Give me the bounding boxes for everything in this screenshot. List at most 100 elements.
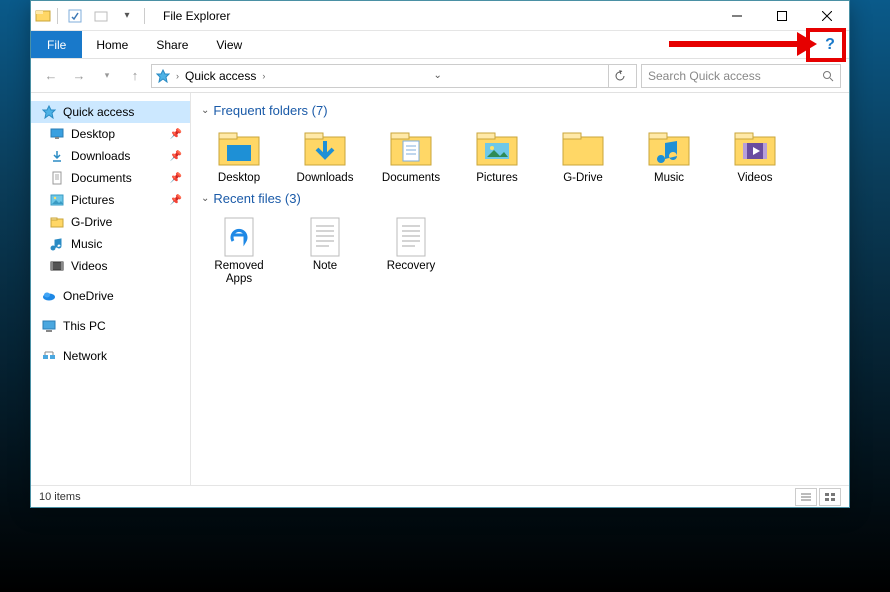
- tab-share[interactable]: Share: [142, 31, 202, 58]
- sidebar-item-label: Desktop: [71, 127, 115, 141]
- folder-icon: [559, 128, 607, 170]
- breadcrumb-current[interactable]: Quick access: [185, 69, 256, 83]
- titlebar: ▾ File Explorer: [31, 1, 849, 31]
- file-explorer-window: ▾ File Explorer File Home Share View ?: [30, 0, 850, 508]
- chevron-down-icon: ⌄: [201, 193, 209, 204]
- music-icon: [645, 128, 693, 170]
- recent-locations-dropdown[interactable]: ▾: [95, 64, 119, 88]
- frequent-folders-grid: Desktop Downloads Documents Pictures G-D…: [201, 126, 839, 187]
- onedrive-icon: [41, 288, 57, 304]
- expand-ribbon-button[interactable]: [791, 33, 817, 57]
- sidebar-item-downloads[interactable]: Downloads 📌: [31, 145, 190, 167]
- tab-home[interactable]: Home: [82, 31, 142, 58]
- window-controls: [714, 1, 849, 31]
- status-bar: 10 items: [31, 485, 849, 507]
- sidebar-item-videos[interactable]: Videos: [31, 255, 190, 277]
- folder-item-desktop[interactable]: Desktop: [201, 126, 277, 187]
- sidebar-network[interactable]: Network: [31, 345, 190, 367]
- videos-icon: [49, 258, 65, 274]
- sidebar-item-desktop[interactable]: Desktop 📌: [31, 123, 190, 145]
- qat-separator-2: [144, 8, 145, 24]
- navigation-pane: Quick access Desktop 📌 Downloads 📌 Docum…: [31, 93, 191, 485]
- pictures-icon: [473, 128, 521, 170]
- details-view-button[interactable]: [795, 488, 817, 506]
- pin-icon: 📌: [170, 173, 182, 184]
- app-icon: [35, 8, 51, 24]
- sidebar-item-label: Videos: [71, 259, 107, 273]
- sidebar-item-label: OneDrive: [63, 289, 114, 303]
- sidebar-this-pc[interactable]: This PC: [31, 315, 190, 337]
- item-label: Downloads: [297, 172, 354, 185]
- file-item-note[interactable]: Note: [287, 214, 363, 288]
- folder-item-videos[interactable]: Videos: [717, 126, 793, 187]
- pin-icon: 📌: [170, 195, 182, 206]
- folder-item-pictures[interactable]: Pictures: [459, 126, 535, 187]
- this-pc-icon: [41, 318, 57, 334]
- group-frequent-folders[interactable]: ⌄ Frequent folders (7): [201, 103, 839, 118]
- forward-button[interactable]: →: [67, 64, 91, 88]
- group-recent-files[interactable]: ⌄ Recent files (3): [201, 191, 839, 206]
- sidebar-item-label: Network: [63, 349, 107, 363]
- maximize-button[interactable]: [759, 1, 804, 31]
- item-label: Recovery: [387, 260, 436, 273]
- sidebar-onedrive[interactable]: OneDrive: [31, 285, 190, 307]
- star-icon: [41, 104, 57, 120]
- file-item-removed-apps[interactable]: Removed Apps: [201, 214, 277, 288]
- recent-files-grid: Removed Apps Note Recovery: [201, 214, 839, 288]
- chevron-right-icon-2[interactable]: ›: [260, 71, 267, 81]
- sidebar-quick-access[interactable]: Quick access: [31, 101, 190, 123]
- sidebar-item-music[interactable]: Music: [31, 233, 190, 255]
- sidebar-item-label: Pictures: [71, 193, 114, 207]
- minimize-button[interactable]: [714, 1, 759, 31]
- group-label: Recent files (3): [213, 191, 300, 206]
- folder-item-downloads[interactable]: Downloads: [287, 126, 363, 187]
- group-label: Frequent folders (7): [213, 103, 327, 118]
- tab-file[interactable]: File: [31, 31, 82, 58]
- qat-customize-dropdown-icon[interactable]: ▾: [116, 5, 138, 27]
- videos-icon: [731, 128, 779, 170]
- folder-item-music[interactable]: Music: [631, 126, 707, 187]
- desktop-icon: [49, 126, 65, 142]
- help-button[interactable]: ?: [817, 33, 843, 57]
- music-icon: [49, 236, 65, 252]
- file-item-recovery[interactable]: Recovery: [373, 214, 449, 288]
- ribbon: File Home Share View ?: [31, 31, 849, 59]
- qat-properties-icon[interactable]: [64, 5, 86, 27]
- sidebar-item-gdrive[interactable]: G-Drive: [31, 211, 190, 233]
- qat-separator: [57, 8, 58, 24]
- pin-icon: 📌: [170, 151, 182, 162]
- downloads-icon: [49, 148, 65, 164]
- chevron-right-icon[interactable]: ›: [174, 71, 181, 81]
- up-button[interactable]: ↑: [123, 64, 147, 88]
- text-file-icon: [301, 216, 349, 258]
- item-label: Music: [654, 172, 684, 185]
- address-bar[interactable]: › Quick access › ⌄: [151, 64, 637, 88]
- sidebar-item-label: Documents: [71, 171, 132, 185]
- body: Quick access Desktop 📌 Downloads 📌 Docum…: [31, 93, 849, 485]
- folder-item-gdrive[interactable]: G-Drive: [545, 126, 621, 187]
- folder-item-documents[interactable]: Documents: [373, 126, 449, 187]
- item-label: Desktop: [218, 172, 260, 185]
- back-button[interactable]: ←: [39, 64, 63, 88]
- large-icons-view-button[interactable]: [819, 488, 841, 506]
- sidebar-item-documents[interactable]: Documents 📌: [31, 167, 190, 189]
- search-input[interactable]: Search Quick access: [641, 64, 841, 88]
- status-item-count: 10 items: [39, 491, 81, 503]
- downloads-icon: [301, 128, 349, 170]
- item-label: Videos: [738, 172, 773, 185]
- qat-newfolder-icon[interactable]: [90, 5, 112, 27]
- pictures-icon: [49, 192, 65, 208]
- address-history-dropdown[interactable]: ⌄: [430, 70, 446, 81]
- close-button[interactable]: [804, 1, 849, 31]
- content-area: ⌄ Frequent folders (7) Desktop Downloads…: [191, 93, 849, 485]
- sidebar-item-label: Downloads: [71, 149, 130, 163]
- view-mode-toggles: [795, 488, 841, 506]
- item-label: Pictures: [476, 172, 518, 185]
- tab-view[interactable]: View: [202, 31, 256, 58]
- sidebar-item-pictures[interactable]: Pictures 📌: [31, 189, 190, 211]
- refresh-button[interactable]: [608, 65, 632, 87]
- network-icon: [41, 348, 57, 364]
- search-placeholder-text: Search Quick access: [648, 69, 761, 83]
- quick-access-star-icon: [156, 69, 170, 83]
- window-title: File Explorer: [163, 9, 230, 23]
